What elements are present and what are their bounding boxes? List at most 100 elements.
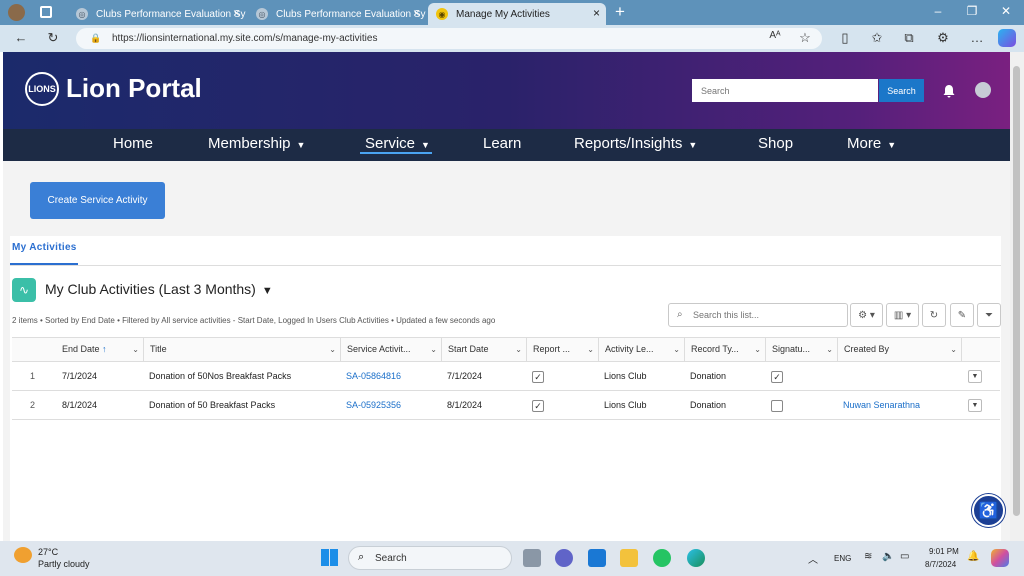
input-language[interactable]: ENG <box>834 554 851 563</box>
chevron-up-icon[interactable]: ︿ <box>808 551 818 566</box>
clock-date[interactable]: 8/7/2024 <box>925 560 956 569</box>
column-header-report[interactable]: Report ... ⌄ <box>526 338 598 361</box>
whatsapp-icon[interactable] <box>653 549 671 567</box>
file-explorer-icon[interactable] <box>620 549 638 567</box>
nav-service[interactable]: Service ▼ <box>365 129 430 161</box>
browser-tab-2[interactable]: ◎ Clubs Performance Evaluation Sy × <box>248 3 426 25</box>
back-icon[interactable]: ← <box>12 30 30 45</box>
row-actions-dropdown[interactable]: ▼ <box>968 399 982 412</box>
url-field[interactable]: 🔒 https://lionsinternational.my.site.com… <box>76 28 822 49</box>
refresh-icon[interactable]: ↻ <box>44 30 62 46</box>
chevron-down-icon[interactable]: ⌄ <box>950 338 957 361</box>
scrollbar-thumb[interactable] <box>1013 66 1020 516</box>
battery-icon[interactable]: ▭ <box>900 551 909 562</box>
nav-home[interactable]: Home <box>113 129 153 161</box>
chevron-down-icon[interactable]: ⌄ <box>673 338 680 361</box>
favorites-icon[interactable]: ✩ <box>868 30 886 46</box>
cell-service-activity-link[interactable]: SA-05864816 <box>340 362 401 390</box>
extensions-icon[interactable]: ⚙ <box>934 30 952 46</box>
mail-icon[interactable] <box>588 549 606 567</box>
workspaces-icon[interactable] <box>40 6 52 18</box>
cell-service-activity-link[interactable]: SA-05925356 <box>340 391 401 419</box>
column-header-end-date[interactable]: End Date ↑ ⌄ <box>56 338 143 361</box>
split-screen-icon[interactable]: ▯ <box>836 30 854 46</box>
cell-start-date: 8/1/2024 <box>447 400 483 410</box>
teams-icon[interactable] <box>555 549 573 567</box>
chevron-down-icon[interactable]: ⌄ <box>430 338 437 361</box>
favorite-star-icon[interactable]: ☆ <box>796 30 814 46</box>
refresh-list-button[interactable]: ↻ <box>922 303 946 327</box>
edit-list-button[interactable]: ✎ <box>950 303 974 327</box>
list-view-title[interactable]: My Club Activities (Last 3 Months) ▼ <box>45 281 273 297</box>
collections-icon[interactable]: ⧉ <box>900 30 918 46</box>
filter-button[interactable]: ⏷ <box>977 303 1001 327</box>
create-service-activity-button[interactable]: Create Service Activity <box>30 182 165 219</box>
volume-icon[interactable]: 🔈 <box>882 551 894 562</box>
browser-tab-1[interactable]: ◎ Clubs Performance Evaluation Sy × <box>68 3 246 25</box>
weather-condition[interactable]: Partly cloudy <box>38 559 90 569</box>
clock-time[interactable]: 9:01 PM <box>929 547 959 556</box>
tab-label: Clubs Performance Evaluation Sy <box>276 8 426 20</box>
user-avatar-icon[interactable] <box>975 82 991 98</box>
column-header-activity-level[interactable]: Activity Le... ⌄ <box>598 338 684 361</box>
list-settings-button[interactable]: ⚙ ▾ <box>850 303 883 327</box>
copilot-taskbar-icon[interactable] <box>991 549 1009 567</box>
chevron-down-icon[interactable]: ⌄ <box>515 338 522 361</box>
accessibility-icon[interactable]: ♿ <box>972 494 1005 527</box>
task-view-icon[interactable] <box>523 549 541 567</box>
column-header-service-activity[interactable]: Service Activit... ⌄ <box>340 338 441 361</box>
nav-shop[interactable]: Shop <box>758 129 793 161</box>
portal-search-button[interactable]: Search <box>879 79 924 102</box>
close-tab-icon[interactable]: × <box>593 6 600 20</box>
start-windows-icon[interactable] <box>321 549 338 566</box>
browser-tab-3[interactable]: ◉ Manage My Activities × <box>428 3 606 25</box>
report-checkbox: ✓ <box>532 371 544 383</box>
portal-search-input[interactable] <box>692 79 878 102</box>
chevron-down-icon[interactable]: ⌄ <box>754 338 761 361</box>
tab-my-activities[interactable]: My Activities <box>12 242 77 253</box>
chevron-down-icon[interactable]: ⌄ <box>826 338 833 361</box>
nav-reports-insights[interactable]: Reports/Insights ▼ <box>574 129 697 161</box>
nav-label: More <box>847 135 882 152</box>
row-actions-dropdown[interactable]: ▼ <box>968 370 982 383</box>
notification-icon[interactable]: 🔔 <box>967 551 979 562</box>
close-tab-icon[interactable]: × <box>233 6 240 20</box>
close-window-icon[interactable]: ✕ <box>996 4 1016 18</box>
profile-avatar-icon[interactable] <box>8 4 25 21</box>
column-header-title[interactable]: Title ⌄ <box>143 338 340 361</box>
cell-created-by-link[interactable]: Nuwan Senarathna <box>837 391 920 419</box>
nav-label: Home <box>113 135 154 152</box>
new-tab-button[interactable]: + <box>615 2 625 22</box>
nav-more[interactable]: More ▼ <box>847 129 896 161</box>
close-tab-icon[interactable]: × <box>413 6 420 20</box>
nav-membership[interactable]: Membership ▼ <box>208 129 305 161</box>
weather-icon[interactable] <box>14 547 32 563</box>
minimize-icon[interactable]: – <box>928 4 948 18</box>
copilot-icon[interactable] <box>998 29 1016 47</box>
chevron-down-icon[interactable]: ⌄ <box>587 338 594 361</box>
notification-bell-icon[interactable] <box>942 84 956 98</box>
wifi-icon[interactable]: ≋ <box>864 551 872 562</box>
nav-learn[interactable]: Learn <box>483 129 521 161</box>
table-row: 2 8/1/2024 Donation of 50 Breakfast Pack… <box>12 391 1000 420</box>
edge-browser-icon[interactable] <box>687 549 705 567</box>
display-as-button[interactable]: ▥ ▾ <box>886 303 919 327</box>
column-header-signature[interactable]: Signatu... ⌄ <box>765 338 837 361</box>
portal-title[interactable]: Lion Portal <box>66 73 202 104</box>
list-search-input[interactable] <box>668 303 848 327</box>
restore-icon[interactable]: ❐ <box>962 4 982 18</box>
lions-logo[interactable]: LIONS <box>25 72 59 106</box>
column-header-created-by[interactable]: Created By ⌄ <box>837 338 961 361</box>
weather-temp[interactable]: 27°C <box>38 547 58 557</box>
url-text: https://lionsinternational.my.site.com/s… <box>112 33 378 44</box>
cell-created-by-link[interactable] <box>837 362 843 390</box>
table-icon: ▥ ▾ <box>893 309 912 321</box>
column-header-record-type[interactable]: Record Ty... ⌄ <box>684 338 765 361</box>
caret-down-icon[interactable]: ▼ <box>262 285 273 297</box>
more-menu-icon[interactable]: … <box>968 30 986 45</box>
chevron-down-icon[interactable]: ⌄ <box>132 338 139 361</box>
taskbar-search[interactable]: ⌕ Search <box>348 546 512 570</box>
read-aloud-icon[interactable]: Aᴬ <box>766 30 784 41</box>
chevron-down-icon[interactable]: ⌄ <box>329 338 336 361</box>
column-header-start-date[interactable]: Start Date ⌄ <box>441 338 526 361</box>
